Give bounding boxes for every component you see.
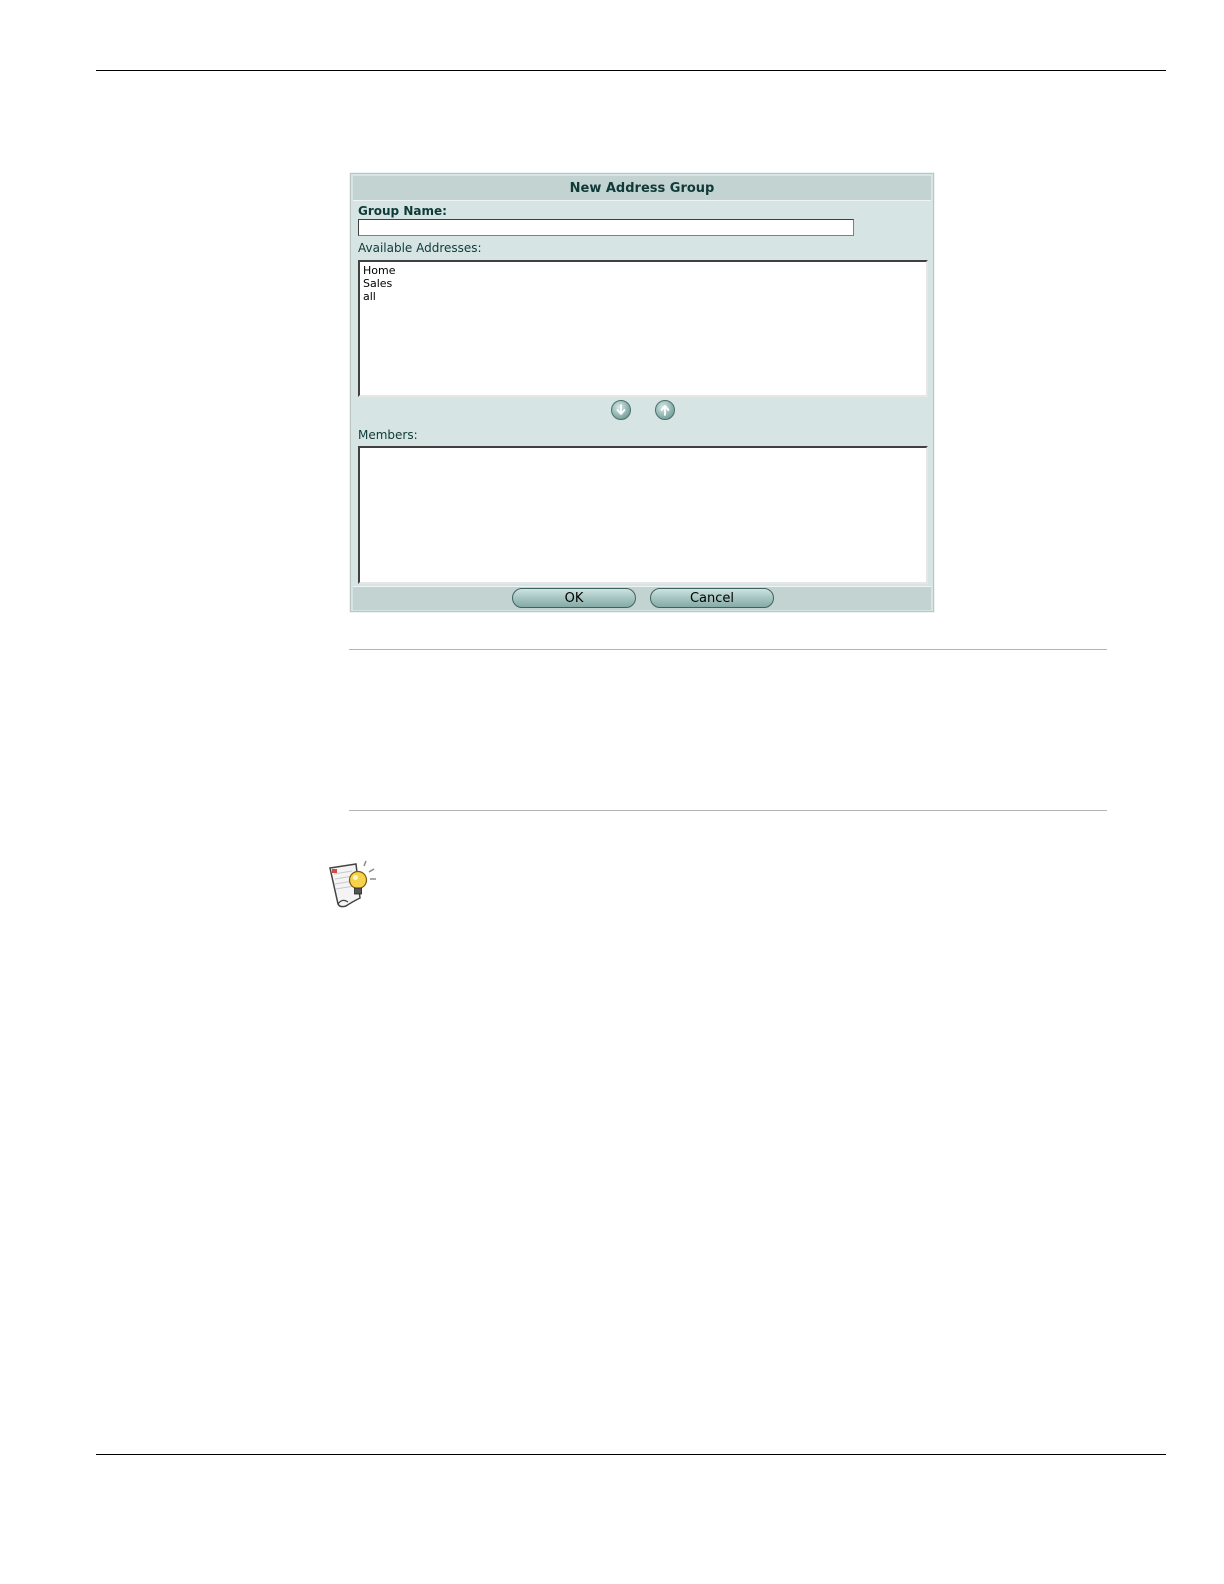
ok-button[interactable]: OK <box>512 588 636 608</box>
dialog-title: New Address Group <box>353 176 931 201</box>
dialog-button-bar: OK Cancel <box>353 586 931 610</box>
group-name-label: Group Name: <box>358 204 447 218</box>
new-address-group-dialog: New Address Group Group Name: Available … <box>349 172 935 613</box>
list-item[interactable]: all <box>363 290 923 303</box>
page-header-rule <box>96 70 1166 71</box>
page-footer-rule <box>96 1454 1166 1455</box>
move-buttons-row <box>351 400 933 422</box>
list-item[interactable]: Home <box>363 264 923 277</box>
up-arrow-icon <box>660 405 670 416</box>
members-list[interactable] <box>358 446 928 584</box>
lightbulb-tip-icon <box>326 858 378 912</box>
group-name-input[interactable] <box>358 219 854 236</box>
list-item[interactable]: Sales <box>363 277 923 290</box>
note-top-rule <box>349 649 1107 650</box>
cancel-button[interactable]: Cancel <box>650 588 774 608</box>
move-up-button[interactable] <box>655 400 675 420</box>
available-addresses-label: Available Addresses: <box>358 241 482 255</box>
members-label: Members: <box>358 428 418 442</box>
note-bottom-rule <box>349 810 1107 811</box>
move-down-button[interactable] <box>611 400 631 420</box>
available-addresses-list[interactable]: Home Sales all <box>358 260 928 397</box>
down-arrow-icon <box>616 404 626 415</box>
